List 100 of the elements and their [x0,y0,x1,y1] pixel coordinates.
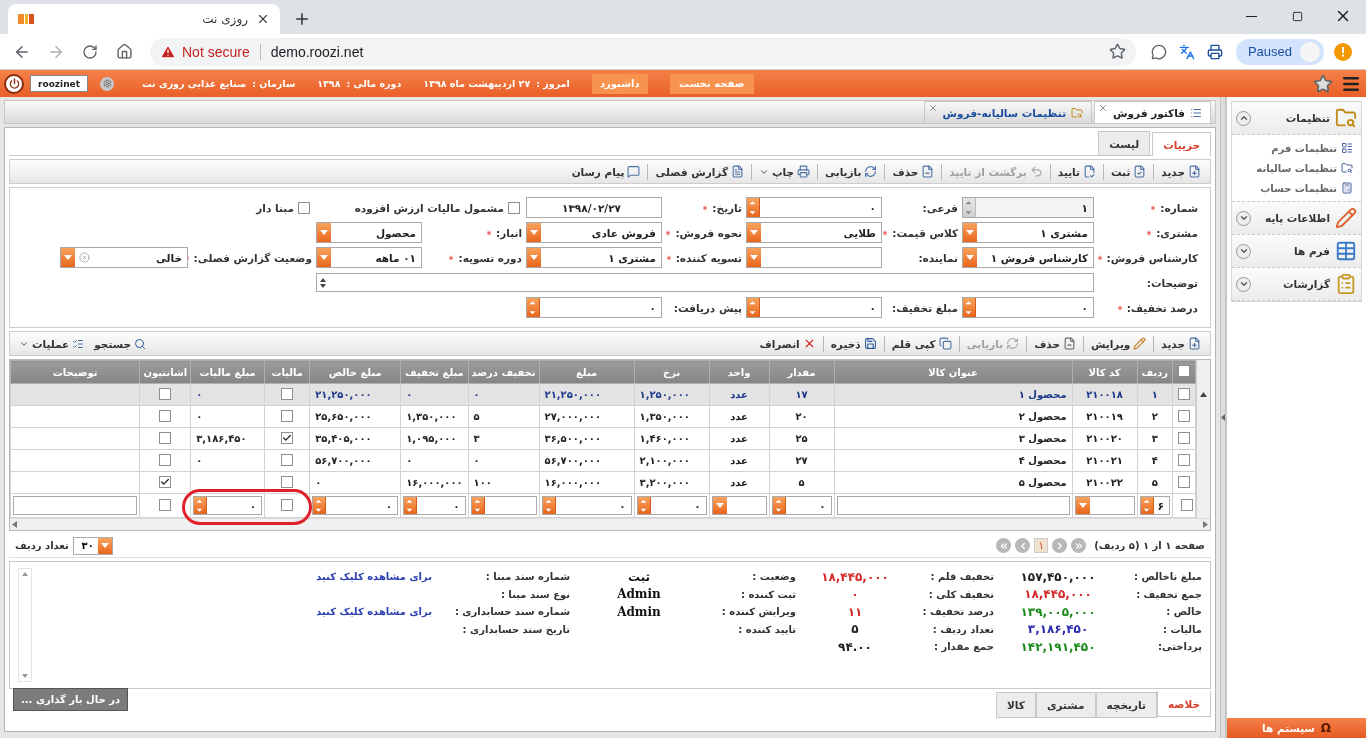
toolbar-button[interactable]: انصراف [756,333,819,354]
number-field[interactable]: ۰ [962,297,1094,318]
dropdown-field[interactable]: کارشناس فروش ۱ [962,247,1094,268]
toolbar-button[interactable]: تایید [1054,161,1099,182]
user-field[interactable]: roozinet [30,75,88,92]
summary-tab[interactable]: کالا [996,692,1036,718]
dropdown-field[interactable]: مشتری ۱ [962,222,1094,243]
number-field[interactable]: ۰ [526,297,662,318]
spin-buttons[interactable] [963,298,976,317]
number-field[interactable]: ۰ [636,496,707,515]
dropdown-button[interactable] [963,223,977,242]
checkbox[interactable] [159,476,172,488]
spin-buttons[interactable] [471,497,485,514]
alert-icon[interactable] [1334,42,1352,61]
toolbar-button[interactable]: حذف [889,161,938,182]
number-field[interactable]: ۰ [746,197,882,218]
spin-buttons[interactable] [1140,497,1154,514]
star-icon[interactable] [1108,43,1126,60]
document-tab[interactable]: تنظیمات سالیانه-فروش [923,101,1093,123]
sidebar-section[interactable]: تنظیمات [1232,102,1361,135]
checkbox[interactable] [281,432,294,444]
dropdown-button[interactable] [97,537,112,554]
checkbox[interactable] [298,201,310,214]
number-field[interactable]: ۰ [193,496,263,515]
dropdown-button[interactable] [527,248,541,267]
star-icon[interactable] [1313,73,1333,94]
dropdown-button[interactable] [527,223,541,242]
view-tab[interactable]: جزییات [1152,132,1211,156]
settings-button[interactable] [100,76,114,91]
sidebar-item[interactable]: تنظیمات فرم [1232,138,1361,158]
spin-buttons[interactable] [747,198,760,217]
toolbar-button[interactable]: حذف [1031,333,1079,354]
dropdown-button[interactable] [317,223,331,242]
checkbox[interactable] [1181,498,1193,511]
number-field[interactable]: ۶ [1139,496,1170,515]
spin-buttons[interactable] [527,298,540,317]
right-arrow-icon[interactable] [1203,521,1208,528]
close-icon[interactable] [256,12,270,26]
checkbox[interactable] [159,498,172,511]
dropdown-field[interactable] [1074,496,1135,515]
number-field[interactable]: ۰ [746,297,882,318]
checkbox[interactable] [159,387,172,400]
sidebar-item[interactable]: تنظیمات حساب [1232,178,1361,198]
dropdown-field[interactable] [711,496,767,515]
left-arrow-icon[interactable] [12,521,17,528]
dropdown-field[interactable] [746,247,882,268]
checkbox[interactable] [508,201,520,214]
summary-tab[interactable]: تاریخچه [1095,692,1157,718]
dropdown-button[interactable] [963,248,977,267]
previous-page-button[interactable] [1052,538,1068,553]
dropdown-field[interactable]: خالی [60,247,188,268]
checkbox[interactable] [1178,431,1190,444]
profile-button[interactable]: Paused [1235,38,1324,65]
date-field[interactable]: ۱۳۹۸/۰۲/۲۷ [526,197,662,218]
dropdown-field[interactable]: طلایی [746,222,882,243]
scrollbar[interactable] [18,568,32,682]
checkbox[interactable] [1178,365,1190,377]
dropdown-button[interactable] [61,248,75,267]
sidebar-section[interactable]: فرم ها [1232,235,1361,268]
number-field[interactable]: ۰ [541,496,632,515]
dropdown-field[interactable]: ۰۱ ماهه [316,247,422,268]
spin-buttons[interactable] [313,497,327,514]
dropdown-field[interactable]: فروش عادی [526,222,662,243]
spin-buttons[interactable] [194,497,208,514]
toolbar-button[interactable]: جستجو [91,333,149,354]
up-arrow-icon[interactable] [1200,392,1207,397]
loading-button[interactable]: در حال بار گذاری ... [13,688,129,711]
browser-tab[interactable]: روزی نت [8,4,280,34]
security-label[interactable]: Not secure [182,43,250,60]
checkbox[interactable] [1178,387,1190,400]
spin-buttons[interactable] [542,497,556,514]
checkbox[interactable] [281,387,294,400]
address-bar[interactable]: Not secure demo.roozi.net [150,37,1136,66]
toolbar-button[interactable]: عملیات [16,333,88,354]
checkbox[interactable] [1178,409,1190,422]
chat-icon[interactable] [1150,43,1167,60]
number-field[interactable] [470,496,537,515]
dropdown-button[interactable] [747,248,761,267]
spin-buttons[interactable] [747,298,760,317]
checkbox[interactable] [281,475,294,488]
next-page-button[interactable] [1015,538,1031,553]
spin-buttons[interactable] [637,497,651,514]
input-field[interactable] [836,496,1070,515]
dropdown-button[interactable] [712,497,727,514]
down-arrow-icon[interactable] [22,674,28,678]
toolbar-button[interactable]: کپی قلم [888,333,955,354]
collapse-arrow-icon[interactable] [1221,414,1225,421]
number-field[interactable]: ۰ [771,496,832,515]
toolbar-button[interactable]: چاپ [756,161,814,182]
checkbox[interactable] [1178,475,1190,488]
checkbox[interactable] [281,453,294,466]
toolbar-button[interactable]: جدید [1158,161,1204,182]
checkbox[interactable] [159,409,172,422]
summary-tab[interactable]: مشتری [1035,692,1096,718]
sidebar-section[interactable]: اطلاعات پایه [1232,202,1361,235]
sidebar-section[interactable]: گزارشات [1232,268,1361,301]
table-row[interactable]: ۱ ۲۱۰۰۱۸ محصول ۱ ۱۷ عدد ۱,۲۵۰,۰۰۰ ۲۱,۲۵۰,۰۰۰ ۰ ۰ ۲۱,۲۵۰,۰۰۰ ۰ [10,383,1196,406]
dropdown-field[interactable]: مشتری ۱ [526,247,662,268]
toolbar-button[interactable]: جدید [1158,333,1204,354]
spin-buttons[interactable] [404,497,418,514]
